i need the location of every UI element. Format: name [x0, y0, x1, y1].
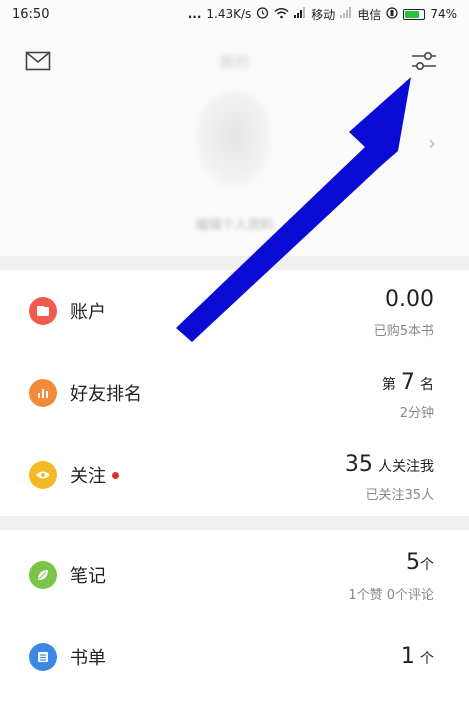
wifi-icon — [274, 7, 289, 22]
follow-label: 关注 — [70, 462, 119, 488]
notes-count: 5个 — [406, 550, 434, 575]
section-divider — [0, 256, 469, 270]
carrier-1: 移动 — [311, 7, 336, 22]
wallet-icon — [29, 297, 57, 325]
settings-sliders-icon[interactable] — [410, 48, 438, 74]
edit-profile-link[interactable]: 编辑个人资料 — [0, 214, 469, 233]
vibrate-icon — [386, 6, 398, 22]
page-title: 我的 — [219, 53, 250, 71]
follow-row[interactable]: 关注 35 人关注我 已关注35人 — [0, 434, 469, 516]
ranking-value: 第 7 名 — [381, 370, 434, 395]
friend-ranking-label: 好友排名 — [70, 384, 142, 405]
section-divider-2 — [0, 516, 469, 530]
eye-icon — [29, 461, 57, 489]
profile-header: 我的 › 编辑个人资料 — [0, 28, 469, 256]
account-balance: 0.00 — [385, 287, 434, 312]
avatar[interactable] — [196, 92, 272, 188]
list-icon — [29, 643, 57, 671]
carrier-2: 电信 — [357, 7, 382, 22]
following-count: 已关注35人 — [365, 488, 434, 503]
network-speed: 1.43K/s — [206, 7, 252, 21]
booklist-count: 1 个 — [400, 644, 434, 669]
status-time: 16:50 — [12, 6, 50, 22]
battery-percent: 74% — [430, 7, 457, 21]
account-row[interactable]: 账户 0.00 已购5本书 — [0, 270, 469, 352]
chevron-right-icon[interactable]: › — [428, 131, 436, 155]
alarm-icon — [256, 6, 269, 22]
notes-likes-comments: 1个赞 0个评论 — [348, 588, 434, 603]
battery-icon — [403, 8, 426, 20]
friend-ranking-row[interactable]: 好友排名 第 7 名 2分钟 — [0, 352, 469, 434]
account-label: 账户 — [70, 302, 106, 323]
notes-row[interactable]: 笔记 5个 1个赞 0个评论 — [0, 534, 469, 616]
status-indicators: ... 1.43K/s 移动 电信 74% — [188, 6, 457, 23]
account-purchases: 已购5本书 — [373, 324, 434, 339]
notification-dots: ... — [187, 7, 202, 21]
followers-value: 35 人关注我 — [344, 452, 434, 477]
notification-dot — [112, 471, 119, 479]
signal-icon-2 — [340, 7, 352, 21]
status-bar: 16:50 ... 1.43K/s 移动 电信 74% — [0, 0, 469, 28]
bar-chart-icon — [29, 379, 57, 407]
leaf-icon — [29, 561, 57, 589]
booklist-row[interactable]: 书单 1 个 — [0, 616, 469, 698]
booklist-label: 书单 — [70, 648, 106, 669]
notes-label: 笔记 — [70, 566, 106, 587]
signal-icon — [294, 7, 306, 21]
reading-time: 2分钟 — [399, 406, 434, 421]
